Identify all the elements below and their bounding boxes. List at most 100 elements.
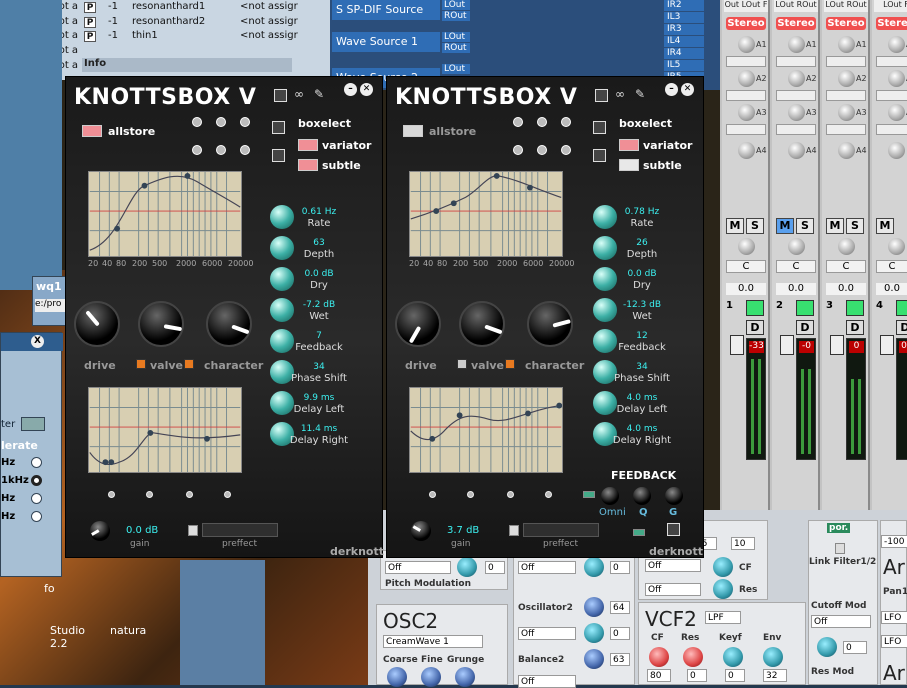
aux-knob[interactable] [888, 142, 905, 159]
d-button[interactable]: D [746, 320, 764, 335]
subtle-pad[interactable] [298, 159, 318, 171]
input-ir4[interactable]: IR4 [664, 48, 704, 59]
fine-knob[interactable] [421, 667, 441, 687]
copy-icon[interactable] [595, 89, 608, 102]
natura-desktop-icon-label[interactable]: natura [110, 624, 146, 637]
minimize-icon[interactable]: – [344, 83, 357, 96]
aux-knob[interactable] [738, 70, 755, 87]
stereo-button[interactable]: Stereo [776, 17, 816, 30]
valve-toggle-right[interactable] [184, 359, 194, 369]
vcf2-cf-knob[interactable] [649, 647, 669, 667]
solo-button[interactable]: S [746, 218, 764, 234]
volume-fader[interactable] [730, 335, 744, 355]
pan-knob[interactable] [838, 238, 855, 255]
eq-band-knob[interactable] [186, 491, 193, 498]
eq-band-knob[interactable] [545, 491, 552, 498]
port-lout[interactable]: LOut [442, 32, 470, 42]
mute-button[interactable]: M [826, 218, 844, 234]
volume-fader[interactable] [780, 335, 794, 355]
valve-knob[interactable] [459, 301, 505, 347]
aux-knob[interactable] [738, 104, 755, 121]
freq-radio-3[interactable] [31, 493, 42, 504]
preffect-slot[interactable] [202, 523, 278, 537]
valve-toggle-left[interactable] [136, 359, 146, 369]
filter-type-dropdown[interactable]: LPF [705, 611, 741, 624]
source-spdif[interactable]: S SP-DIF Source [332, 0, 440, 20]
pitch-mod-dropdown[interactable]: Off [385, 561, 451, 574]
freq-radio-2[interactable] [31, 475, 42, 486]
g-knob[interactable] [665, 487, 683, 505]
aux-knob[interactable] [888, 104, 905, 121]
aux-knob[interactable] [738, 142, 755, 159]
solo-button[interactable]: S [846, 218, 864, 234]
drive-knob[interactable] [395, 301, 441, 347]
omni-knob[interactable] [601, 487, 619, 505]
stereo-button[interactable]: Stereo [876, 17, 907, 30]
volume-fader[interactable] [830, 335, 844, 355]
slot-knob[interactable] [192, 145, 202, 155]
vcf2-env-knob[interactable] [763, 647, 783, 667]
aux-knob[interactable] [788, 70, 805, 87]
stereo-button[interactable]: Stereo [826, 17, 866, 30]
coarse-knob[interactable] [387, 667, 407, 687]
close-icon[interactable]: ✕ [681, 83, 694, 96]
character-knob[interactable] [206, 301, 252, 347]
preffect-slot[interactable] [523, 523, 599, 537]
d-button[interactable]: D [896, 320, 907, 335]
aux-knob[interactable] [788, 142, 805, 159]
port-rout[interactable]: ROut [442, 43, 470, 53]
doc-icon[interactable] [272, 149, 285, 162]
osc2-wave-dropdown[interactable]: CreamWave 1 [383, 635, 483, 648]
volume-fader[interactable] [880, 335, 894, 355]
slot-knob[interactable] [216, 145, 226, 155]
link-icon[interactable]: ∞ [294, 87, 304, 101]
solo-button[interactable]: S [796, 218, 814, 234]
q-knob[interactable] [633, 487, 651, 505]
subtle-pad[interactable] [619, 159, 639, 171]
eq-graph-bottom[interactable] [409, 387, 563, 473]
aux-knob[interactable] [788, 104, 805, 121]
valve-toggle-right[interactable] [505, 359, 515, 369]
close-icon[interactable]: X [31, 335, 44, 348]
character-knob[interactable] [527, 301, 573, 347]
variator-pad[interactable] [619, 139, 639, 151]
port-lout[interactable]: LOut [442, 0, 470, 10]
d-button[interactable]: D [796, 320, 814, 335]
aux-knob[interactable] [738, 36, 755, 53]
slot-knob[interactable] [192, 117, 202, 127]
input-il3[interactable]: IL3 [664, 12, 704, 23]
slot-knob[interactable] [240, 145, 250, 155]
cutoff-mod-knob[interactable] [817, 637, 837, 657]
pan-knob[interactable] [788, 238, 805, 255]
doc-icon[interactable] [593, 121, 606, 134]
pitch-mod-knob[interactable] [457, 557, 477, 577]
preffect-checkbox[interactable] [509, 525, 519, 536]
source-wave-1[interactable]: Wave Source 1 [332, 32, 440, 52]
allstore-pad[interactable] [403, 125, 423, 137]
doc-icon[interactable] [272, 121, 285, 134]
eq-graph-bottom[interactable] [88, 387, 242, 473]
stereo-button[interactable]: Stereo [726, 17, 766, 30]
eq-band-knob[interactable] [507, 491, 514, 498]
slot-knob[interactable] [513, 145, 523, 155]
pan-knob[interactable] [738, 238, 755, 255]
aux-knob[interactable] [888, 36, 905, 53]
allstore-pad[interactable] [82, 125, 102, 137]
slot-knob[interactable] [561, 117, 571, 127]
slot-knob[interactable] [561, 145, 571, 155]
slot-knob[interactable] [216, 117, 226, 127]
eq-band-knob[interactable] [224, 491, 231, 498]
osc-knob[interactable] [584, 557, 604, 577]
vcf2-keyf-knob[interactable] [723, 647, 743, 667]
list-item[interactable]: <not aP-1thin1<not assigr [40, 30, 340, 44]
osc2-mod-knob[interactable] [584, 623, 604, 643]
port-rout[interactable]: ROut [442, 11, 470, 21]
aux-knob[interactable] [838, 70, 855, 87]
res-mod-knob[interactable] [713, 579, 733, 599]
link-icon[interactable]: ∞ [615, 87, 625, 101]
drive-knob[interactable] [74, 301, 120, 347]
studio-desktop-icon-label[interactable]: Studio [50, 624, 85, 637]
eq-band-knob[interactable] [108, 491, 115, 498]
aux-knob[interactable] [838, 36, 855, 53]
channel-enable-button[interactable] [796, 300, 814, 316]
